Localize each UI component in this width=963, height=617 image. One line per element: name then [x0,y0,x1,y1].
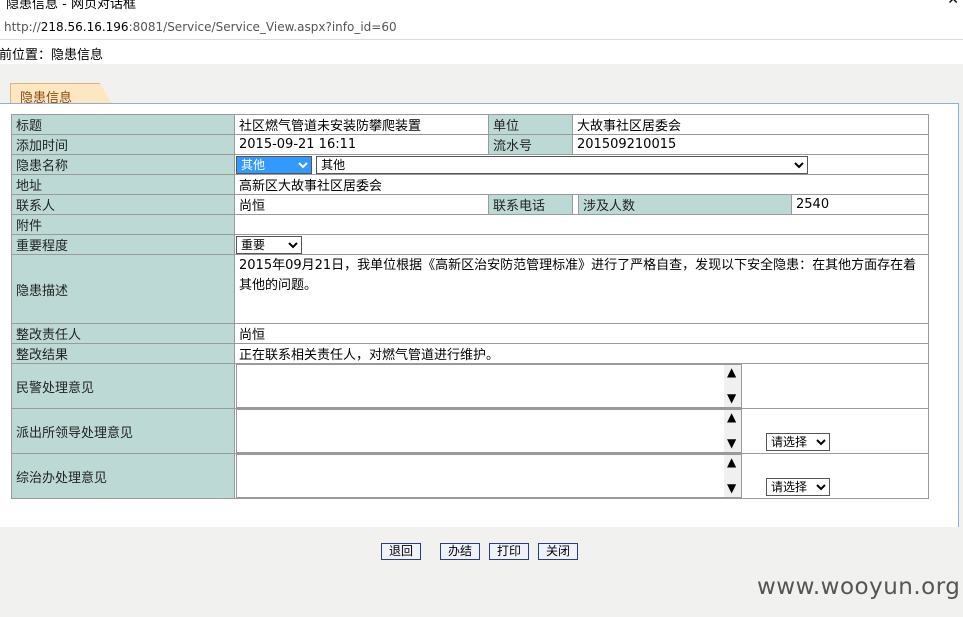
row-importance: 重要程度 重要 [11,234,929,255]
importance-cell: 重要 [234,234,929,255]
people-label: 涉及人数 [578,194,792,215]
row-attachment: 附件 [11,214,929,235]
result-value: 正在联系相关责任人，对燃气管道进行维护。 [234,343,929,364]
scroll-up-icon[interactable]: ▲ [727,410,736,424]
row-office-opinion: 综治办处理意见 ▲ ▼ 请选择 [11,453,929,499]
row-result: 整改结果 正在联系相关责任人，对燃气管道进行维护。 [11,343,929,364]
url-text: http://218.56.16.196:8081/Service/Servic… [4,20,397,34]
print-button[interactable]: 打印 [489,543,529,560]
row-title: 标题 社区燃气管道未安装防攀爬装置 单位 大故事社区居委会 [11,114,929,135]
responsible-label: 整改责任人 [11,323,235,344]
phone-label: 联系电话 [488,194,573,215]
title-value: 社区燃气管道未安装防攀爬装置 [234,114,489,135]
row-address: 地址 高新区大故事社区居委会 [11,174,929,195]
office-select[interactable]: 请选择 [766,478,830,496]
police-cell: ▲ ▼ [234,363,929,409]
row-description: 隐患描述 2015年09月21日，我单位根据《高新区治安防范管理标准》进行了严格… [11,254,929,324]
breadcrumb-text: 前位置：隐患信息 [0,48,104,63]
serial-value: 201509210015 [572,134,929,155]
scroll-down-icon[interactable]: ▼ [727,481,736,495]
scroll-up-icon[interactable]: ▲ [727,455,736,469]
row-police-opinion: 民警处理意见 ▲ ▼ [11,363,929,409]
desc-value: 2015年09月21日，我单位根据《高新区治安防范管理标准》进行了严格自查，发现… [234,254,929,324]
police-opinion-textarea[interactable]: ▲ ▼ [236,364,742,408]
serial-label: 流水号 [488,134,573,155]
url-rest: :8081/Service/Service_View.aspx?info_id=… [128,20,397,34]
unit-value: 大故事社区居委会 [572,114,929,135]
office-cell: ▲ ▼ 请选择 [234,453,929,499]
title-label: 标题 [11,114,235,135]
scroll-down-icon[interactable]: ▼ [727,436,736,450]
row-responsible: 整改责任人 尚恒 [11,323,929,344]
office-label: 综治办处理意见 [11,453,235,499]
address-value: 高新区大故事社区居委会 [234,174,929,195]
tab-hazard-info[interactable]: 隐患信息 [10,83,112,104]
row-contact: 联系人 尚恒 联系电话 涉及人数 2540 [11,194,929,215]
scroll-down-icon[interactable]: ▼ [727,391,736,405]
office-opinion-textarea[interactable]: ▲ ▼ [236,454,742,498]
watermark: www.wooyun.org [757,574,961,600]
back-button[interactable]: 退回 [381,543,421,560]
responsible-value: 尚恒 [234,323,929,344]
people-value: 2540 [791,194,929,215]
window-title: 隐患信息 - 网页对话框 [6,0,136,12]
hazard-name-label: 隐患名称 [11,154,235,175]
station-select[interactable]: 请选择 [766,433,830,451]
station-cell: ▲ ▼ 请选择 [234,408,929,454]
row-hazard-name: 隐患名称 其他 其他 [11,154,929,175]
contact-value: 尚恒 [234,194,489,215]
unit-label: 单位 [488,114,573,135]
attachment-label: 附件 [11,214,235,235]
scrollbar[interactable]: ▲ ▼ [724,365,741,407]
scrollbar[interactable]: ▲ ▼ [724,410,741,452]
address-bar[interactable]: http://218.56.16.196:8081/Service/Servic… [0,15,963,40]
station-opinion-textarea[interactable]: ▲ ▼ [236,409,742,453]
police-label: 民警处理意见 [11,363,235,409]
scrollbar[interactable]: ▲ ▼ [724,455,741,497]
contact-label: 联系人 [11,194,235,215]
attachment-value [234,214,929,235]
time-value: 2015-09-21 16:11 [234,134,489,155]
row-time: 添加时间 2015-09-21 16:11 流水号 201509210015 [11,134,929,155]
finish-button[interactable]: 办结 [440,543,480,560]
scroll-up-icon[interactable]: ▲ [727,365,736,379]
time-label: 添加时间 [11,134,235,155]
window-titlebar: 隐患信息 - 网页对话框 ✕ [0,0,963,15]
close-button[interactable]: 关闭 [538,543,578,560]
url-host: 218.56.16.196 [40,20,129,34]
address-label: 地址 [11,174,235,195]
result-label: 整改结果 [11,343,235,364]
close-icon[interactable]: ✕ [947,0,959,8]
desc-label: 隐患描述 [11,254,235,324]
importance-label: 重要程度 [11,234,235,255]
url-prefix: http:// [4,20,41,34]
hazard-type-select[interactable]: 其他 [236,155,312,174]
hazard-name-cell: 其他 其他 [234,154,929,175]
row-station-opinion: 派出所领导处理意见 ▲ ▼ 请选择 [11,408,929,454]
hazard-form: 标题 社区燃气管道未安装防攀爬装置 单位 大故事社区居委会 添加时间 2015-… [11,114,929,499]
station-label: 派出所领导处理意见 [11,408,235,454]
hazard-name-select[interactable]: 其他 [316,155,809,174]
breadcrumb: 前位置：隐患信息 [0,40,963,64]
importance-select[interactable]: 重要 [236,235,302,254]
